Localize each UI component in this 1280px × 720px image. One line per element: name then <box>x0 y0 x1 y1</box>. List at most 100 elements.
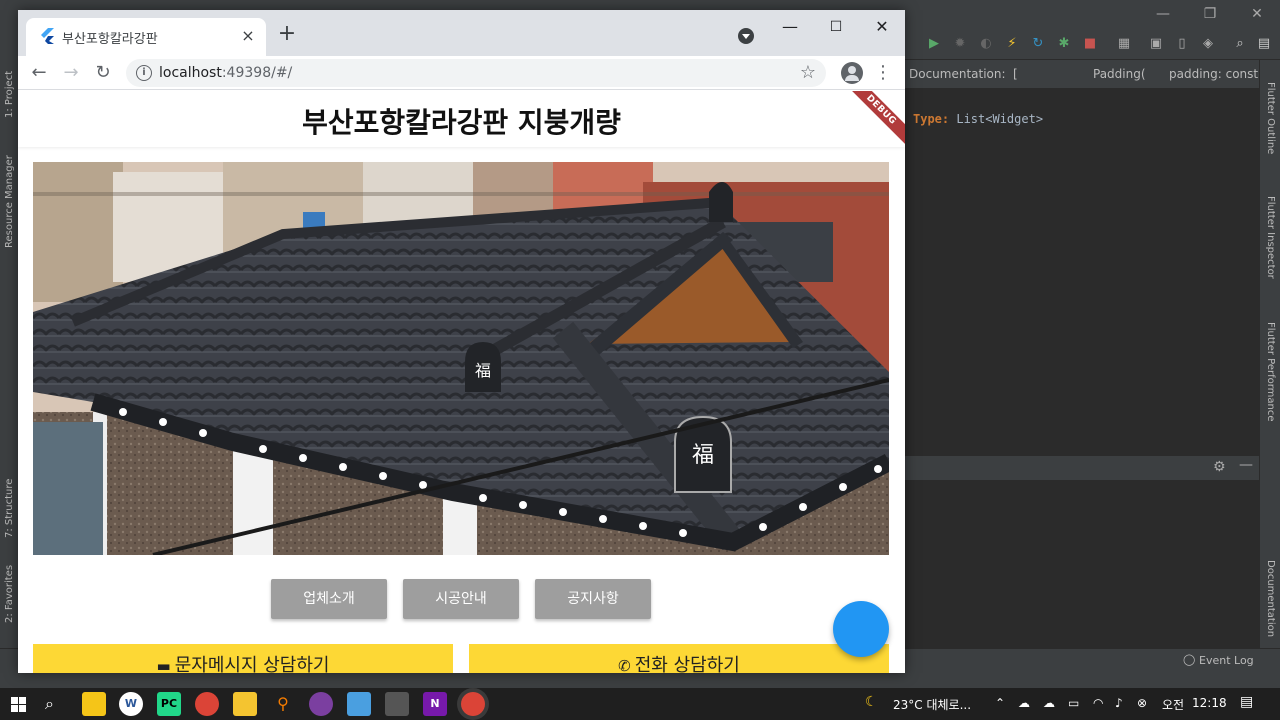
structure-tab[interactable]: 7: Structure <box>4 479 15 538</box>
search-icon[interactable]: ⌕ <box>1231 35 1249 53</box>
url-path: :49398/#/ <box>221 65 293 81</box>
forward-icon[interactable]: → <box>59 61 83 85</box>
url-host: localhost <box>159 65 222 81</box>
event-log-icon[interactable]: ◯ <box>1183 653 1195 666</box>
type-line: Type: List<Widget> <box>913 112 1043 126</box>
page-title: 부산포항칼라강판 지붕개량 <box>302 106 621 139</box>
address-bar[interactable]: i localhost:49398/#/ ☆ <box>126 59 826 87</box>
bookmark-star-icon[interactable]: ☆ <box>800 62 816 83</box>
ime-indicator[interactable]: 오전 <box>1162 696 1184 713</box>
device-icon[interactable]: ▣ <box>1147 35 1165 53</box>
tab-title: 부산포항칼라강판 <box>62 32 158 47</box>
maximize-icon[interactable]: ☐ <box>821 16 851 38</box>
site-info-icon[interactable]: i <box>136 65 152 81</box>
ide-tool-icon[interactable]: ▤ <box>1255 35 1273 53</box>
weather-text[interactable]: 23°C 대체로... <box>893 696 971 713</box>
debug-icon[interactable]: ✹ <box>951 35 969 53</box>
ide-right-toolbar: Flutter Outline Flutter Inspector Flutte… <box>1259 60 1280 673</box>
hot-restart-icon[interactable]: ↻ <box>1029 35 1047 53</box>
tool-panel-header: ⚙ — <box>905 456 1259 480</box>
call-consult-label: 전화 상담하기 <box>634 655 740 673</box>
message-icon: ▬ <box>156 657 171 673</box>
avd-icon[interactable]: ▯ <box>1173 35 1191 53</box>
menu-kebab-icon[interactable]: ⋮ <box>874 62 892 84</box>
browser-window: 부산포항칼라강판 × + — ☐ ✕ ← → ↻ i localhost:493… <box>18 10 905 673</box>
volume-icon[interactable]: ♪ <box>1115 696 1123 710</box>
chrome-active-icon[interactable] <box>461 692 485 716</box>
construction-guide-button[interactable]: 시공안내 <box>403 579 519 619</box>
restore-icon[interactable]: ❐ <box>1200 4 1220 24</box>
sdk-icon[interactable]: ◈ <box>1199 35 1217 53</box>
type-label: Type: <box>913 112 950 126</box>
media-app-icon[interactable] <box>309 692 333 716</box>
windows-start-icon[interactable] <box>11 697 26 712</box>
event-log[interactable]: Event Log <box>1199 654 1254 667</box>
minimize-icon[interactable]: — <box>1153 4 1173 24</box>
type-value: List<Widget> <box>956 112 1044 126</box>
mute-icon[interactable]: ⊗ <box>1137 696 1147 710</box>
search-icon[interactable]: ⌕ <box>45 694 54 714</box>
battery-icon[interactable]: ▭ <box>1068 696 1079 710</box>
pycharm-icon[interactable]: PC <box>157 692 181 716</box>
weather-moon-icon[interactable]: ☾ <box>865 694 878 710</box>
tab-strip: 부산포항칼라강판 × + — ☐ ✕ <box>18 10 905 56</box>
ide-bottom-strip <box>0 673 1280 688</box>
flutter-inspector-tab[interactable]: Flutter Inspector <box>1265 196 1276 279</box>
close-icon[interactable]: ✕ <box>1247 4 1267 24</box>
flutter-icon <box>41 28 54 44</box>
file-explorer-icon[interactable] <box>233 692 257 716</box>
svg-text:福: 福 <box>475 361 491 380</box>
ide-left-toolbar: 1: Project Resource Manager 7: Structure… <box>0 28 20 673</box>
profile-icon[interactable] <box>841 62 863 84</box>
new-tab-icon[interactable]: + <box>276 23 298 45</box>
close-icon[interactable]: ✕ <box>867 16 897 38</box>
documentation-tab[interactable]: Documentation <box>1265 560 1276 637</box>
tray-expand-icon[interactable]: ⌃ <box>995 696 1005 710</box>
run-icon[interactable]: ▶ <box>925 35 943 53</box>
sticky-notes-icon[interactable] <box>82 692 106 716</box>
attach-icon[interactable]: ✱ <box>1055 35 1073 53</box>
resource-manager-tab[interactable]: Resource Manager <box>4 155 15 248</box>
clock[interactable]: 12:18 <box>1192 696 1227 710</box>
coverage-icon[interactable]: ◐ <box>977 35 995 53</box>
minimize-icon[interactable]: — <box>775 16 805 38</box>
flutter-performance-tab[interactable]: Flutter Performance <box>1265 322 1276 422</box>
favorites-tab[interactable]: 2: Favorites <box>4 565 15 623</box>
chrome-icon[interactable] <box>195 692 219 716</box>
notification-icon[interactable]: ▤ <box>1240 694 1253 710</box>
project-tab[interactable]: 1: Project <box>4 71 15 118</box>
app-window-icon[interactable] <box>385 692 409 716</box>
tab-close-icon[interactable]: × <box>238 26 258 46</box>
stop-icon[interactable]: ■ <box>1081 35 1099 53</box>
company-intro-button[interactable]: 업체소개 <box>271 579 387 619</box>
browser-tab[interactable]: 부산포항칼라강판 × <box>26 18 266 56</box>
back-icon[interactable]: ← <box>27 61 51 85</box>
tab-search-icon[interactable] <box>738 28 754 44</box>
notice-button[interactable]: 공지사항 <box>535 579 651 619</box>
settings-icon[interactable]: ⚙ <box>1213 459 1226 475</box>
flutter-outline-tab[interactable]: Flutter Outline <box>1265 82 1276 154</box>
wifi-icon[interactable]: ◠ <box>1093 696 1103 710</box>
app-page: 부산포항칼라강판 지붕개량 DEBUG 福 福 업체소개 시공안내 공지사항 ▬… <box>18 91 905 673</box>
onedrive-2-icon[interactable]: ☁ <box>1043 696 1055 710</box>
onedrive-icon[interactable]: ☁ <box>1018 696 1030 710</box>
url-text[interactable]: localhost:49398/#/ <box>159 65 292 81</box>
hide-panel-icon[interactable]: — <box>1239 457 1253 473</box>
floating-action-button[interactable] <box>833 601 889 657</box>
documentation-label: Documentation: <box>909 67 1006 81</box>
call-consult-button[interactable]: ✆ 전화 상담하기 <box>469 644 889 673</box>
app-bar: 부산포항칼라강판 지붕개량 <box>18 91 905 147</box>
project-structure-icon[interactable]: ▦ <box>1115 35 1133 53</box>
sms-consult-button[interactable]: ▬ 문자메시지 상담하기 <box>33 644 453 673</box>
hero-roof-image: 福 福 <box>33 162 889 555</box>
hot-reload-icon[interactable]: ⚡ <box>1003 35 1021 53</box>
word-icon[interactable]: W <box>119 692 143 716</box>
search-app-icon[interactable]: ⚲ <box>271 692 295 716</box>
tool-panel-body <box>905 480 1259 648</box>
doc-param: padding: const E <box>1169 67 1270 81</box>
documentation-panel: Type: List<Widget> <box>905 88 1259 456</box>
app-icon[interactable] <box>347 692 371 716</box>
reload-icon[interactable]: ↻ <box>91 61 115 85</box>
onenote-icon[interactable]: N <box>423 692 447 716</box>
doc-bracket: [ <box>1013 67 1018 81</box>
